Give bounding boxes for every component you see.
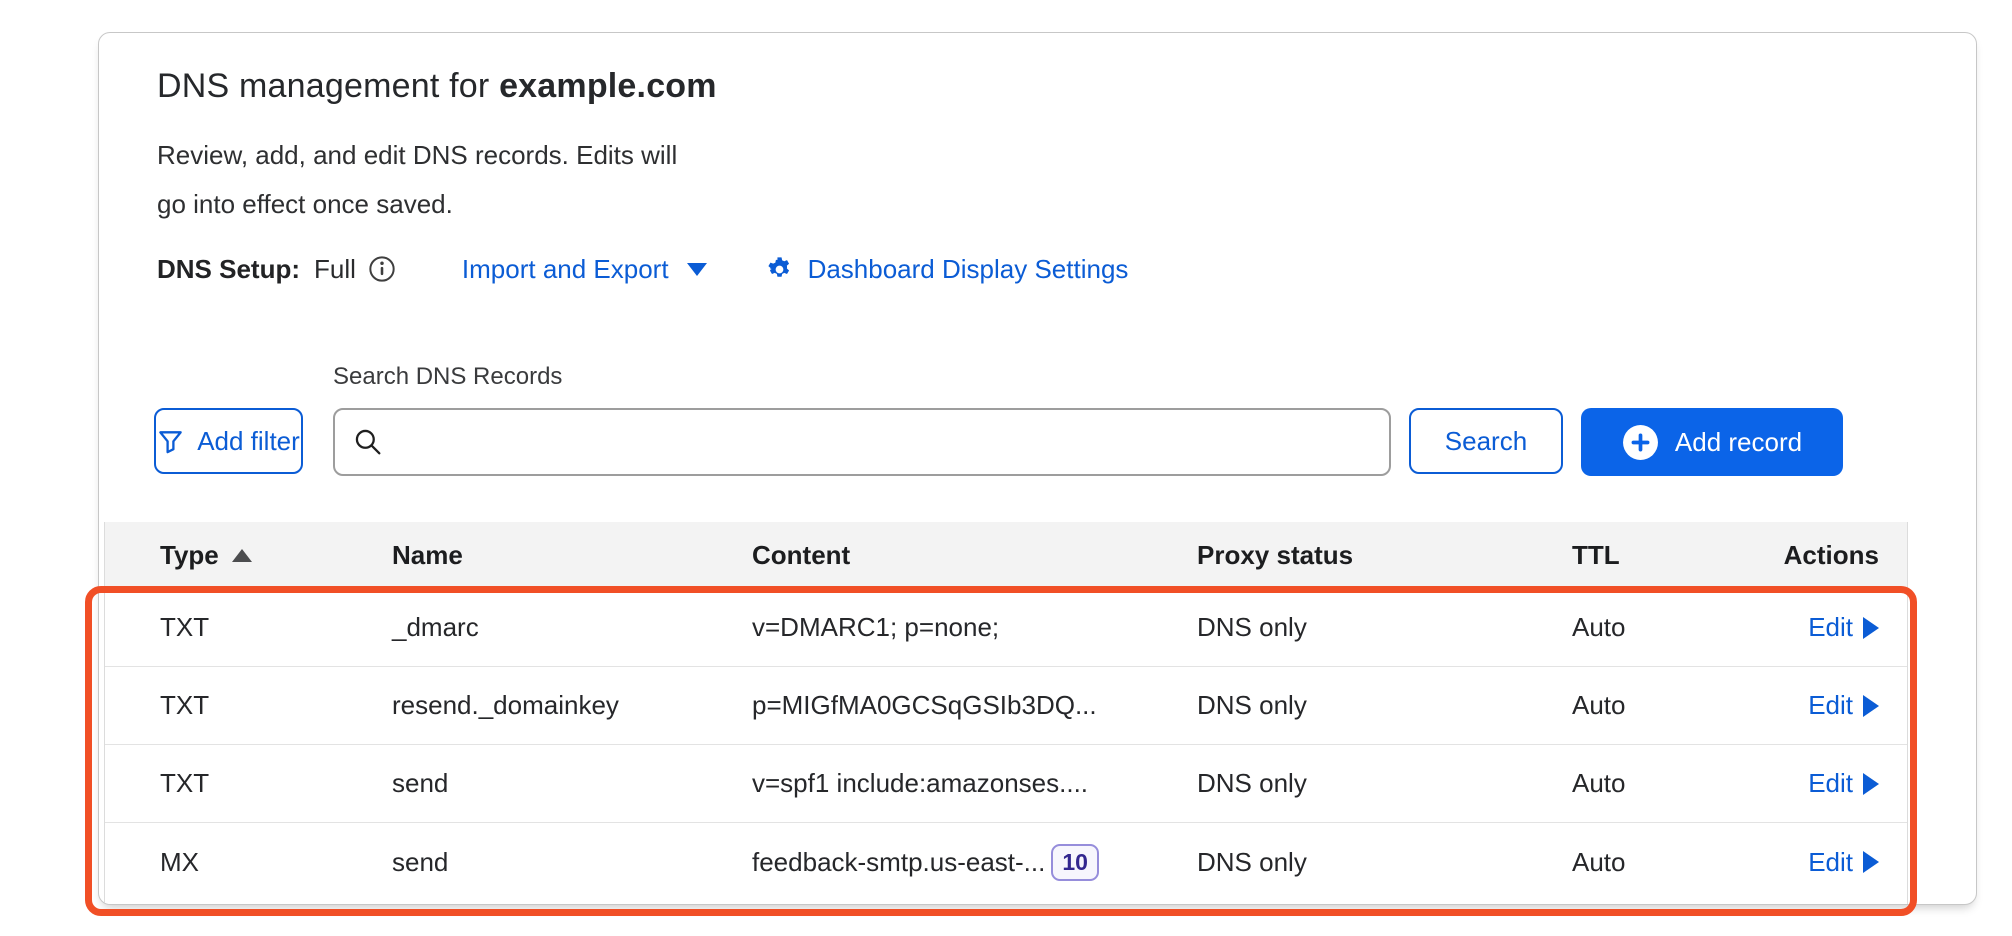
- dns-setup-label: DNS Setup:: [157, 254, 300, 285]
- plus-circle-icon: [1622, 424, 1659, 461]
- table-header-row: Type Name Content Proxy status TTL Actio…: [105, 522, 1907, 589]
- dns-setup-value: Full: [314, 254, 356, 285]
- page-title: DNS management for example.com: [157, 67, 717, 106]
- cell-proxy-status: DNS only: [1197, 690, 1572, 721]
- cell-proxy-status: DNS only: [1197, 768, 1572, 799]
- column-header-ttl[interactable]: TTL: [1572, 540, 1752, 571]
- cell-ttl: Auto: [1572, 768, 1752, 799]
- column-header-name[interactable]: Name: [392, 540, 752, 571]
- dns-management-page: DNS management for example.com Review, a…: [0, 0, 2012, 936]
- search-box: [333, 408, 1391, 476]
- cell-type: TXT: [160, 690, 392, 721]
- cell-content: p=MIGfMA0GCSqGSIb3DQ...: [752, 690, 1197, 721]
- cell-content-text: feedback-smtp.us-east-...: [752, 847, 1045, 878]
- add-record-label: Add record: [1675, 427, 1802, 458]
- filter-funnel-icon: [157, 428, 184, 455]
- column-header-content[interactable]: Content: [752, 540, 1197, 571]
- dns-setup-row: DNS Setup: Full Import and Export: [157, 249, 1128, 289]
- cell-ttl: Auto: [1572, 612, 1752, 643]
- sort-ascending-icon: [232, 549, 252, 562]
- column-header-content-label: Content: [752, 540, 850, 571]
- search-icon: [352, 426, 384, 458]
- cell-name: _dmarc: [392, 612, 752, 643]
- page-subtitle: Review, add, and edit DNS records. Edits…: [157, 131, 677, 229]
- dns-management-card: DNS management for example.com Review, a…: [98, 32, 1977, 905]
- cell-type: TXT: [160, 768, 392, 799]
- gear-icon: [765, 255, 794, 284]
- chevron-right-icon: [1863, 695, 1879, 717]
- cell-ttl: Auto: [1572, 847, 1752, 878]
- table-row-domainkey-txt[interactable]: TXT resend._domainkey p=MIGfMA0GCSqGSIb3…: [105, 667, 1907, 745]
- edit-record-button[interactable]: Edit: [1808, 690, 1879, 721]
- add-record-button[interactable]: Add record: [1581, 408, 1843, 476]
- chevron-down-icon: [687, 263, 707, 276]
- column-header-proxy-status-label: Proxy status: [1197, 540, 1353, 571]
- add-filter-label: Add filter: [197, 426, 300, 457]
- table-row-send-txt[interactable]: TXT send v=spf1 include:amazonses.... DN…: [105, 745, 1907, 823]
- column-header-actions-label: Actions: [1784, 540, 1879, 571]
- cell-name: send: [392, 768, 752, 799]
- cell-content: v=spf1 include:amazonses....: [752, 768, 1197, 799]
- dashboard-display-settings-label: Dashboard Display Settings: [808, 254, 1129, 285]
- edit-label: Edit: [1808, 847, 1853, 878]
- column-header-actions: Actions: [1752, 540, 1907, 571]
- edit-record-button[interactable]: Edit: [1808, 847, 1879, 878]
- table-row-dmarc-txt[interactable]: TXT _dmarc v=DMARC1; p=none; DNS only Au…: [105, 589, 1907, 667]
- cell-type: TXT: [160, 612, 392, 643]
- edit-label: Edit: [1808, 612, 1853, 643]
- add-filter-button[interactable]: Add filter: [154, 408, 303, 474]
- chevron-right-icon: [1863, 773, 1879, 795]
- column-header-name-label: Name: [392, 540, 463, 571]
- mx-priority-badge: 10: [1051, 844, 1099, 881]
- toolbar: Add filter Search: [99, 408, 1976, 476]
- dns-records-table: Type Name Content Proxy status TTL Actio…: [104, 522, 1908, 904]
- cell-ttl: Auto: [1572, 690, 1752, 721]
- cell-name: send: [392, 847, 752, 878]
- cell-proxy-status: DNS only: [1197, 612, 1572, 643]
- column-header-proxy-status[interactable]: Proxy status: [1197, 540, 1572, 571]
- domain-name: example.com: [499, 67, 717, 105]
- import-export-link[interactable]: Import and Export: [462, 254, 707, 285]
- edit-label: Edit: [1808, 690, 1853, 721]
- import-export-label: Import and Export: [462, 254, 669, 285]
- chevron-right-icon: [1863, 851, 1879, 873]
- column-header-ttl-label: TTL: [1572, 540, 1620, 571]
- chevron-right-icon: [1863, 617, 1879, 639]
- dashboard-display-settings-link[interactable]: Dashboard Display Settings: [765, 254, 1129, 285]
- cell-content: v=DMARC1; p=none;: [752, 612, 1197, 643]
- edit-record-button[interactable]: Edit: [1808, 768, 1879, 799]
- cell-content: feedback-smtp.us-east-... 10: [752, 844, 1197, 881]
- column-header-type[interactable]: Type: [160, 540, 392, 571]
- edit-label: Edit: [1808, 768, 1853, 799]
- search-input[interactable]: [396, 410, 1389, 474]
- cell-type: MX: [160, 847, 392, 878]
- search-button[interactable]: Search: [1409, 408, 1563, 474]
- edit-record-button[interactable]: Edit: [1808, 612, 1879, 643]
- page-title-prefix: DNS management for: [157, 67, 499, 105]
- search-button-label: Search: [1445, 426, 1527, 457]
- column-header-type-label: Type: [160, 540, 219, 571]
- info-icon[interactable]: [368, 255, 396, 283]
- search-dns-records-label: Search DNS Records: [333, 363, 562, 391]
- cell-name: resend._domainkey: [392, 690, 752, 721]
- cell-proxy-status: DNS only: [1197, 847, 1572, 878]
- table-row-send-mx[interactable]: MX send feedback-smtp.us-east-... 10 DNS…: [105, 823, 1907, 901]
